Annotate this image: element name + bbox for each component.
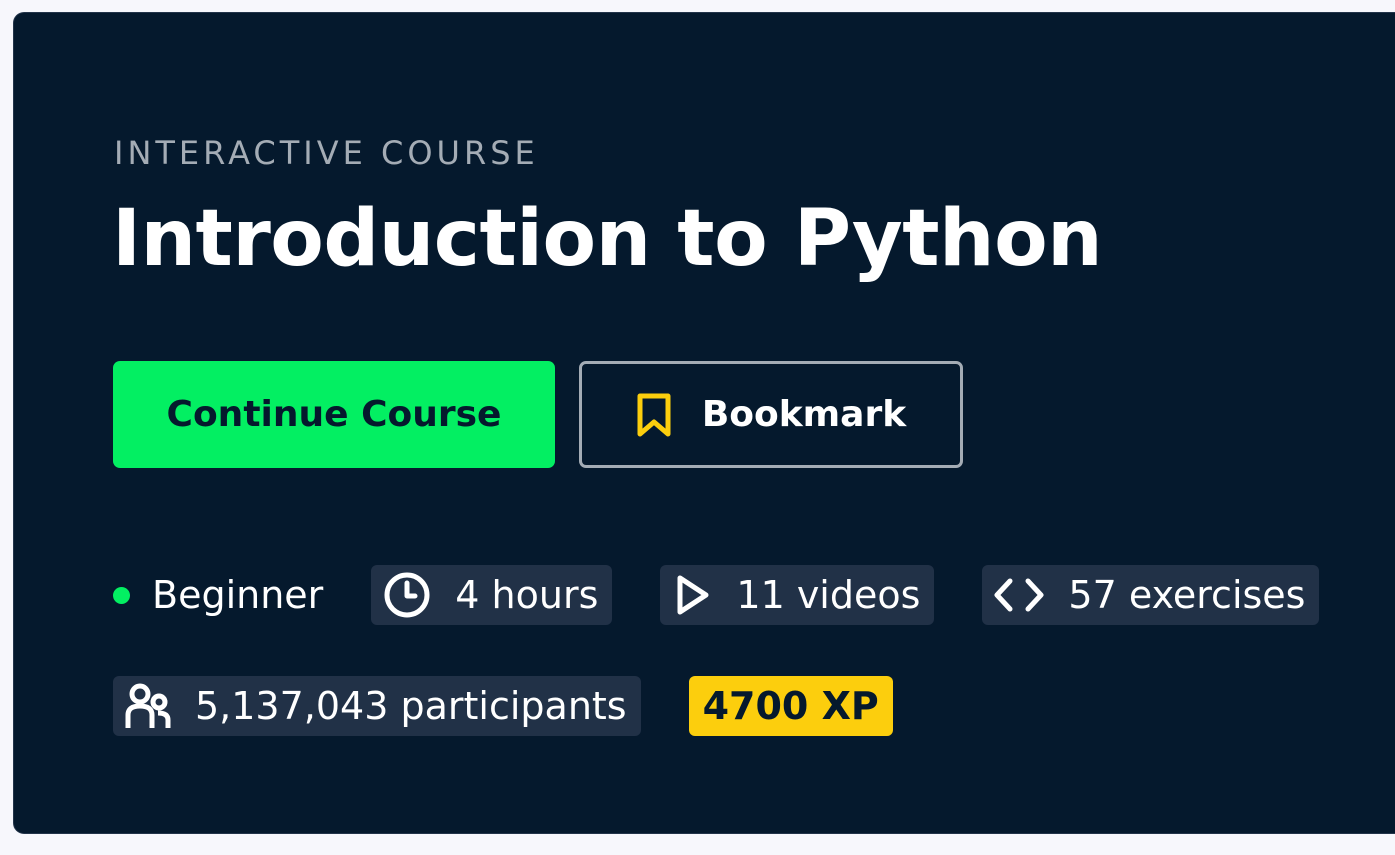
videos-label: 11 videos	[736, 573, 921, 617]
exercises-chip: 57 exercises	[982, 565, 1320, 625]
course-title: Introduction to Python	[112, 194, 1103, 284]
course-type-label: INTERACTIVE COURSE	[114, 134, 539, 172]
duration-chip: 4 hours	[371, 565, 613, 625]
course-meta-row: Beginner 4 hours 11 videos 57 exercises	[113, 565, 1367, 625]
clock-icon	[383, 571, 431, 619]
level-indicator: Beginner	[113, 565, 323, 625]
exercises-label: 57 exercises	[1068, 573, 1306, 617]
participants-label: 5,137,043 participants	[195, 684, 627, 728]
participants-chip: 5,137,043 participants	[113, 676, 641, 736]
play-icon	[672, 573, 712, 617]
continue-course-button[interactable]: Continue Course	[113, 361, 555, 468]
code-icon	[994, 575, 1044, 615]
people-icon	[125, 682, 171, 730]
duration-label: 4 hours	[455, 573, 599, 617]
bookmark-label: Bookmark	[701, 394, 907, 435]
level-label: Beginner	[152, 573, 324, 617]
videos-chip: 11 videos	[660, 565, 935, 625]
course-stats-row: 5,137,043 participants 4700 XP	[113, 676, 893, 736]
level-dot	[113, 586, 130, 604]
xp-badge: 4700 XP	[688, 676, 893, 736]
bookmark-icon	[636, 393, 672, 437]
course-header-card: INTERACTIVE COURSE Introduction to Pytho…	[14, 13, 1395, 833]
bookmark-button[interactable]: Bookmark	[579, 361, 963, 468]
